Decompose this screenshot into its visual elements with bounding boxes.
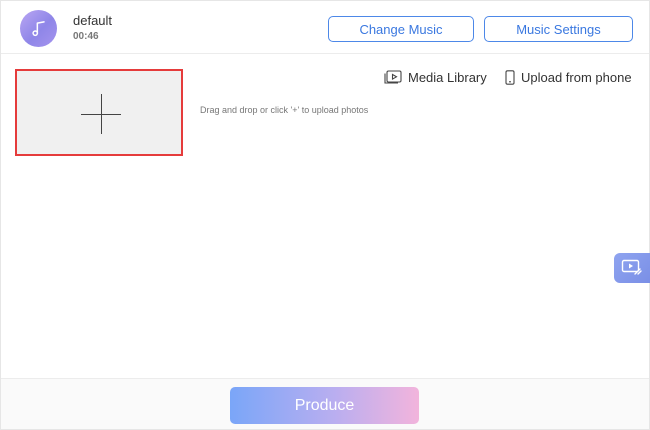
upload-hint: Drag and drop or click '+' to upload pho…	[200, 105, 369, 115]
media-library-label: Media Library	[408, 69, 487, 85]
change-music-button[interactable]: Change Music	[328, 16, 474, 42]
upload-from-phone-label: Upload from phone	[521, 69, 632, 85]
phone-icon	[505, 69, 515, 85]
music-header: default 00:46 Change Music Music Setting…	[1, 1, 649, 54]
music-settings-button[interactable]: Music Settings	[484, 16, 633, 42]
music-note-icon	[20, 10, 57, 47]
plus-icon-vertical	[101, 94, 102, 134]
screen-tutorial-tab[interactable]	[614, 253, 650, 283]
media-library-link[interactable]: Media Library	[384, 69, 487, 85]
app-frame	[0, 0, 650, 430]
screen-tutorial-icon	[621, 259, 642, 275]
media-library-icon	[384, 70, 402, 84]
upload-from-phone-link[interactable]: Upload from phone	[505, 69, 632, 85]
track-name: default	[73, 13, 113, 28]
footer-bar: Produce	[1, 378, 649, 429]
track-duration: 00:46	[73, 31, 99, 42]
produce-button[interactable]: Produce	[230, 387, 419, 424]
add-photo-tile[interactable]	[15, 69, 183, 156]
